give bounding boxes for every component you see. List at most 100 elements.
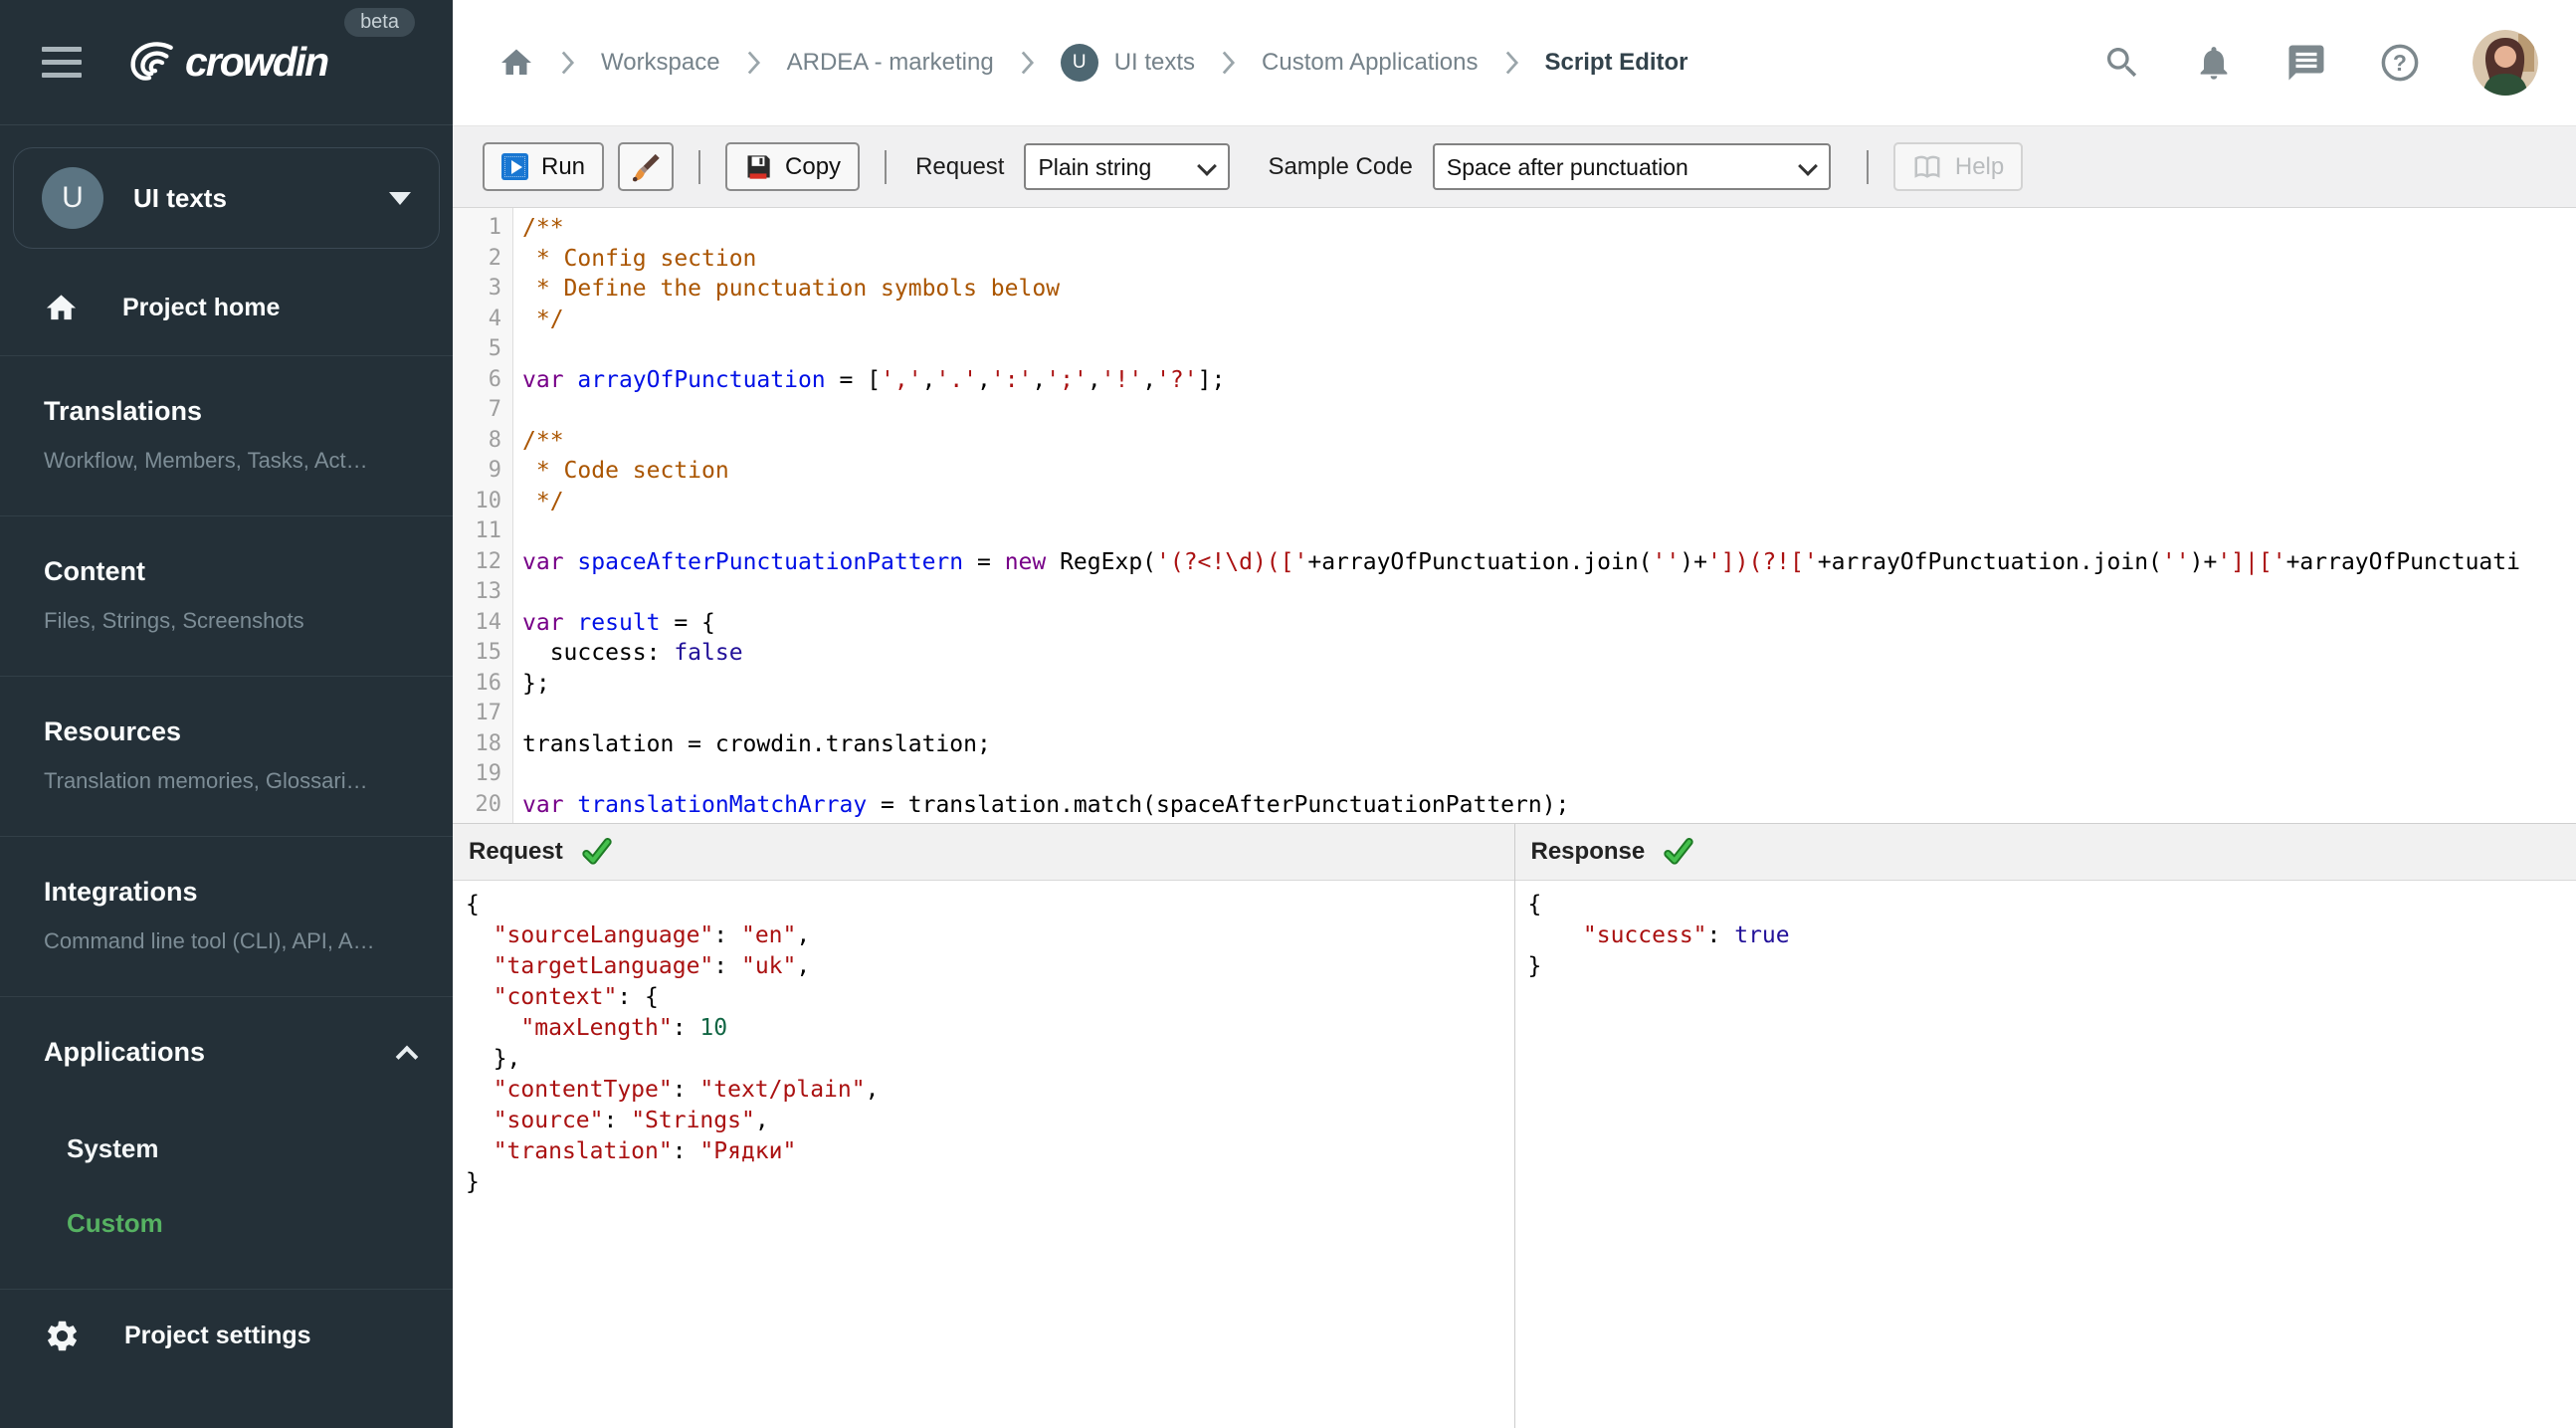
sample-code-select-wrap: Space after punctuation	[1432, 143, 1831, 190]
code-line: "translation": "Рядки"	[493, 1138, 797, 1164]
line-number: 17	[475, 701, 502, 725]
sidebar: crowdin beta U UI texts Project home Tra…	[0, 0, 453, 1428]
code-line: "maxLength": 10	[520, 1015, 728, 1041]
bell-icon[interactable]	[2194, 43, 2234, 83]
project-selector[interactable]: U UI texts	[13, 147, 440, 249]
section-title: Resources	[44, 716, 182, 746]
run-icon	[501, 153, 528, 180]
crowdin-logo[interactable]: crowdin	[123, 37, 329, 89]
code-line: var translationMatchArray = translation.…	[522, 791, 1570, 818]
project-avatar: U	[42, 167, 103, 229]
gear-icon	[48, 1321, 77, 1351]
help-button[interactable]: Help	[1892, 142, 2024, 191]
chevron-right-icon	[560, 49, 575, 77]
svg-text:?: ?	[2393, 50, 2407, 76]
brush-icon	[633, 153, 660, 181]
main-area: Workspace ARDEA - marketing U UI texts C…	[453, 0, 2576, 1428]
sidebar-item-resources[interactable]: Resources Translation memories, Glossari…	[0, 677, 453, 836]
line-number: 9	[488, 458, 501, 483]
top-header: Workspace ARDEA - marketing U UI texts C…	[453, 0, 2576, 126]
line-number: 19	[475, 761, 502, 786]
home-icon[interactable]	[498, 45, 534, 81]
code-line: {	[1527, 892, 1542, 918]
sidebar-item-system[interactable]: System	[67, 1112, 423, 1186]
chevron-right-icon	[1221, 49, 1236, 77]
sample-code-select[interactable]: Space after punctuation	[1432, 143, 1831, 190]
home-icon	[46, 295, 77, 320]
code-line: */	[522, 306, 564, 332]
sidebar-item-integrations[interactable]: Integrations Command line tool (CLI), AP…	[0, 837, 453, 996]
section-subtitle: Command line tool (CLI), API, A…	[44, 928, 375, 953]
help-icon[interactable]: ?	[2379, 42, 2421, 84]
chat-icon[interactable]	[2285, 42, 2327, 84]
breadcrumb-workspace[interactable]: Workspace	[601, 49, 720, 77]
request-select-wrap: Plain string	[1024, 143, 1231, 190]
line-number: 12	[475, 548, 502, 574]
crowdin-swirl-icon	[130, 41, 173, 81]
breadcrumb-organization[interactable]: ARDEA - marketing	[787, 49, 994, 77]
sidebar-item-label: Project home	[122, 294, 281, 321]
code-line: "targetLanguage": "uk",	[493, 953, 811, 979]
user-avatar[interactable]	[2473, 30, 2538, 96]
line-number: 20	[475, 791, 502, 817]
editor-gutter: 123456789101112131415161718192021	[453, 208, 513, 823]
code-line: * Define the punctuation symbols below	[522, 276, 1061, 302]
line-number: 3	[488, 276, 501, 301]
code-line: * Config section	[522, 245, 757, 272]
code-line: };	[522, 670, 550, 697]
code-line: "contentType": "text/plain",	[493, 1077, 880, 1103]
breadcrumb-project[interactable]: U UI texts	[1060, 44, 1195, 82]
code-line: "success": true	[1582, 922, 1790, 948]
copy-label: Copy	[785, 152, 842, 180]
code-line: }	[1527, 953, 1542, 979]
line-number: 10	[475, 488, 502, 513]
response-json-view: { "success": true}	[1514, 881, 2576, 1428]
code-line: var spaceAfterPunctuationPattern = new R…	[522, 548, 2520, 575]
line-number: 1	[488, 215, 501, 240]
project-avatar: U	[1060, 44, 1098, 82]
code-line: success: false	[522, 640, 743, 666]
code-line: */	[522, 488, 564, 514]
copy-button[interactable]: Copy	[725, 142, 861, 191]
response-panel-title: Response	[1530, 838, 1646, 865]
code-line: /**	[522, 215, 564, 241]
section-title: Integrations	[44, 877, 198, 907]
sidebar-item-project-settings[interactable]: Project settings	[0, 1290, 453, 1384]
code-line: }	[466, 1169, 480, 1195]
sidebar-item-content[interactable]: Content Files, Strings, Screenshots	[0, 516, 453, 676]
code-editor: 123456789101112131415161718192021 /** * …	[453, 208, 2576, 823]
response-panel-header: Response	[1514, 824, 2576, 881]
chevron-up-icon	[395, 1045, 419, 1068]
run-button[interactable]: Run	[483, 142, 605, 191]
save-icon	[747, 154, 770, 179]
code-line: translation = crowdin.translation;	[522, 730, 991, 757]
sidebar-item-translations[interactable]: Translations Workflow, Members, Tasks, A…	[0, 356, 453, 515]
line-number: 13	[475, 579, 502, 604]
sidebar-item-applications: Applications System Custom	[0, 997, 453, 1289]
line-number: 16	[475, 670, 502, 696]
toolbar-divider	[698, 149, 701, 184]
sidebar-item-custom[interactable]: Custom	[67, 1186, 423, 1261]
breadcrumb-current: Script Editor	[1544, 49, 1688, 76]
hamburger-menu-icon[interactable]	[42, 47, 82, 78]
request-type-select[interactable]: Plain string	[1024, 143, 1231, 190]
line-number: 5	[488, 336, 501, 361]
format-button[interactable]	[618, 142, 675, 191]
applications-header[interactable]: Applications	[44, 1037, 423, 1068]
sidebar-item-project-home[interactable]: Project home	[0, 263, 453, 355]
breadcrumb-custom-applications[interactable]: Custom Applications	[1262, 49, 1478, 77]
editor-code-area[interactable]: /** * Config section * Define the punctu…	[513, 208, 2576, 823]
toolbar-divider	[1866, 149, 1869, 184]
section-title: Content	[44, 556, 145, 586]
code-line: var result = {	[522, 609, 715, 636]
script-editor-toolbar: Run Copy Request Plain string Sample Cod…	[453, 126, 2576, 208]
sidebar-header: crowdin beta	[0, 0, 453, 125]
chevron-right-icon	[1020, 49, 1035, 77]
request-json-editor[interactable]: { "sourceLanguage": "en", "targetLanguag…	[453, 881, 1514, 1428]
code-line: "sourceLanguage": "en",	[493, 922, 811, 948]
search-icon[interactable]	[2102, 43, 2142, 83]
line-number: 18	[475, 730, 502, 756]
